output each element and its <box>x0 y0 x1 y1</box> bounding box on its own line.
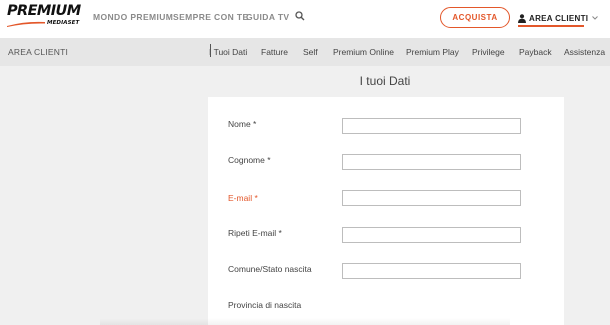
page-fold-shadow <box>100 318 510 325</box>
ripeti-email-input[interactable] <box>342 227 521 243</box>
logo-swoosh-icon <box>7 21 45 27</box>
acquista-button[interactable]: ACQUISTA <box>440 7 510 28</box>
nav-guida-tv[interactable]: GUIDA TV <box>246 12 290 22</box>
subnav-title: AREA CLIENTI <box>8 47 69 57</box>
email-input[interactable] <box>342 190 521 206</box>
nav-mondo-premium[interactable]: MONDO PREMIUM <box>93 12 173 22</box>
subnav-item-premium-online[interactable]: Premium Online <box>333 47 394 57</box>
nome-label: Nome * <box>228 119 257 129</box>
area-clienti-menu[interactable]: AREA CLIENTI <box>518 11 608 25</box>
premium-mediaset-logo[interactable]: PREMIUM MEDIASET <box>7 3 82 33</box>
logo-sub-text: MEDIASET <box>47 20 80 26</box>
subnav-item-premium-play[interactable]: Premium Play <box>406 47 459 57</box>
cognome-input[interactable] <box>342 154 521 170</box>
subnav-item-self[interactable]: Self <box>303 47 318 57</box>
page-title: I tuoi Dati <box>359 74 411 88</box>
cognome-label: Cognome * <box>228 155 271 165</box>
ripeti-email-label: Ripeti E-mail * <box>228 228 282 238</box>
subnav-item-privilege[interactable]: Privilege <box>472 47 505 57</box>
subnav-item-payback[interactable]: Payback <box>519 47 552 57</box>
subnav-item-tuoi-dati[interactable]: I Tuoi Dati <box>209 44 247 57</box>
comune-stato-nascita-input[interactable] <box>342 263 521 279</box>
nome-input[interactable] <box>342 118 521 134</box>
personal-data-form: Nome * Cognome * E-mail * Ripeti E-mail … <box>208 97 564 325</box>
active-underline <box>518 25 584 27</box>
chevron-down-icon <box>592 16 599 20</box>
area-clienti-label: AREA CLIENTI <box>529 13 589 23</box>
user-icon <box>518 13 526 23</box>
subnav-item-assistenza[interactable]: Assistenza <box>564 47 605 57</box>
subnav-item-fatture[interactable]: Fatture <box>261 47 288 57</box>
comune-stato-nascita-label: Comune/Stato nascita <box>228 264 312 274</box>
email-label: E-mail * <box>228 193 258 203</box>
nav-sempre-con-te[interactable]: SEMPRE CON TE <box>173 12 249 22</box>
top-header: PREMIUM MEDIASET MONDO PREMIUM SEMPRE CO… <box>0 0 610 38</box>
logo-main-text: PREMIUM <box>7 3 81 19</box>
provincia-nascita-label: Provincia di nascita <box>228 300 302 310</box>
search-icon[interactable] <box>295 11 305 21</box>
area-clienti-subnav: AREA CLIENTI I Tuoi Dati Fatture Self Pr… <box>0 38 610 66</box>
